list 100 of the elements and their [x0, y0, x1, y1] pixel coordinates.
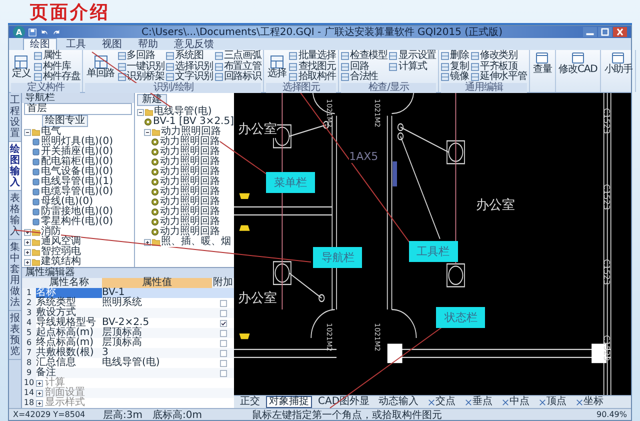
expand-toggle[interactable]: [24, 128, 31, 136]
tree-item[interactable]: 动力照明回路: [160, 157, 220, 167]
side-tab[interactable]: 报表预览: [9, 311, 21, 360]
ribbon-button[interactable]: 三点画弧: [214, 51, 262, 62]
property-row[interactable]: 10 计算: [22, 378, 234, 388]
menu-tab[interactable]: 意见反馈: [167, 38, 221, 50]
expand-toggle[interactable]: [137, 108, 144, 116]
snap-option[interactable]: 中点: [498, 396, 533, 408]
property-row[interactable]: 4 导线规格型号 BV-2×2.5: [22, 318, 234, 328]
property-row[interactable]: 1 名称 BV-1: [22, 288, 234, 298]
ribbon-button[interactable]: 修改CAD: [558, 51, 598, 75]
property-row[interactable]: 14 剖面设置: [22, 388, 234, 398]
ribbon-button[interactable]: 识别桥架: [118, 72, 164, 82]
side-tab[interactable]: 绘图输入: [9, 142, 21, 191]
tree-item[interactable]: 动力照明回路: [161, 127, 222, 137]
ribbon-button[interactable]: 拾取构件: [289, 72, 336, 82]
tree-item[interactable]: 智控弱电: [41, 247, 81, 257]
menu-tab[interactable]: 工具: [59, 38, 93, 50]
tree-item[interactable]: BV-1 [BV 3×2.5]: [153, 117, 234, 127]
checkbox[interactable]: [220, 330, 226, 336]
ribbon-button[interactable]: 构件库: [34, 62, 80, 72]
redo-icon[interactable]: [52, 28, 61, 36]
tree-item[interactable]: 电线导管(电): [154, 107, 212, 117]
checkbox[interactable]: [220, 340, 226, 346]
ribbon-button[interactable]: 延伸水平管: [470, 72, 527, 82]
snap-option[interactable]: 坐标: [572, 396, 607, 408]
side-tab[interactable]: 表格输入: [9, 191, 21, 240]
property-row[interactable]: 3 敷设方式: [22, 308, 234, 318]
minimize-icon[interactable]: [583, 27, 597, 37]
menu-tab[interactable]: 绘图: [23, 38, 57, 50]
property-row[interactable]: 6 终点标高(m) 层顶标高: [22, 338, 234, 348]
filter-tab[interactable]: 绘图专业: [42, 115, 88, 127]
ribbon-button[interactable]: 查量: [532, 51, 553, 75]
ribbon-button[interactable]: 回路: [340, 62, 388, 72]
expand-toggle[interactable]: [36, 380, 43, 386]
tree-item[interactable]: 通风空调: [41, 237, 81, 247]
tree-item[interactable]: 动力照明回路: [160, 197, 220, 207]
tree-item[interactable]: 母线(电)(0): [41, 197, 93, 207]
snap-toggle[interactable]: 动态输入: [376, 396, 422, 408]
ribbon-button[interactable]: 平齐板顶: [470, 62, 527, 72]
tree-item[interactable]: 电气设备(电)(0): [41, 167, 113, 177]
ribbon-button[interactable]: 显示设置: [389, 51, 436, 62]
ribbon-button[interactable]: 检查模型: [340, 51, 388, 62]
ribbon-button[interactable]: 查找图元: [289, 62, 336, 72]
ribbon-button[interactable]: 回路标识: [214, 72, 262, 82]
tree-item[interactable]: 动力照明回路: [160, 137, 220, 147]
tree-item[interactable]: 配电箱柜(电)(0): [41, 157, 113, 167]
ribbon-button[interactable]: 定义: [11, 51, 32, 82]
ribbon-button[interactable]: 布置立管: [214, 62, 262, 72]
ribbon-button[interactable]: 一键识别: [118, 62, 164, 72]
tree-item[interactable]: 电缆导管(电)(0): [41, 187, 113, 197]
tree-item[interactable]: 消防: [41, 227, 61, 237]
menu-tab[interactable]: 帮助: [131, 38, 165, 50]
ribbon-button[interactable]: 镜像: [441, 72, 469, 82]
ribbon-button[interactable]: 选择: [266, 51, 288, 82]
expand-toggle[interactable]: [24, 238, 31, 246]
tree-item[interactable]: 照明灯具(电)(0): [41, 137, 113, 147]
tree-item[interactable]: 动力照明回路: [160, 147, 220, 157]
save-icon[interactable]: [28, 28, 37, 36]
floor-dropdown[interactable]: 首层: [24, 103, 132, 115]
property-row[interactable]: 7 共敷根数(根) 3: [22, 348, 234, 358]
expand-toggle[interactable]: [24, 248, 31, 256]
side-tab[interactable]: 集中套用做法: [9, 240, 21, 311]
tree-item[interactable]: 电气: [41, 127, 61, 137]
maximize-icon[interactable]: [598, 27, 612, 37]
tree-item[interactable]: 动力照明回路: [160, 217, 220, 227]
checkbox[interactable]: [220, 350, 226, 356]
ribbon-button[interactable]: 修改类别: [470, 51, 527, 62]
ribbon-button[interactable]: 系统图: [166, 51, 213, 62]
checkbox[interactable]: [220, 310, 226, 316]
tree-item[interactable]: 建筑结构: [41, 257, 81, 267]
ribbon-button[interactable]: 单回路: [85, 51, 116, 82]
property-row[interactable]: 8 汇总信息 电线导管(电): [22, 358, 234, 368]
checkbox[interactable]: [220, 360, 226, 366]
ribbon-button[interactable]: 合法性: [340, 72, 388, 82]
tree-item[interactable]: 开关插座(电)(0): [41, 147, 113, 157]
tree-item[interactable]: 动力照明回路: [160, 167, 220, 177]
ribbon-button[interactable]: 计算式: [389, 62, 436, 72]
tree-item[interactable]: 动力照明回路: [160, 227, 220, 237]
ribbon-button[interactable]: 属性: [34, 51, 80, 62]
property-row[interactable]: 2 系统类型 照明系统: [22, 298, 234, 308]
tree-item[interactable]: 电线导管(电)(1): [41, 177, 113, 187]
checkbox[interactable]: [220, 300, 226, 306]
tree-item[interactable]: 动力照明回路: [160, 187, 220, 197]
expand-toggle[interactable]: [144, 128, 152, 136]
property-row[interactable]: 5 起点标高(m) 层顶标高: [22, 328, 234, 338]
ribbon-button[interactable]: 构件存盘: [34, 72, 80, 82]
property-row[interactable]: 9 备注: [22, 368, 234, 378]
ribbon-button[interactable]: 文字识别: [166, 72, 213, 82]
tree-item[interactable]: 动力照明回路: [160, 207, 220, 217]
ribbon-button[interactable]: 多回路: [118, 51, 164, 62]
close-icon[interactable]: [613, 27, 627, 37]
snap-option[interactable]: 垂点: [462, 396, 496, 408]
ribbon-button[interactable]: 复制: [441, 62, 469, 72]
undo-icon[interactable]: [40, 28, 49, 36]
expand-toggle[interactable]: [36, 390, 43, 396]
expand-toggle[interactable]: [24, 258, 31, 266]
tree-item[interactable]: 零星构件(电)(0): [41, 217, 113, 227]
checkbox[interactable]: [220, 370, 226, 376]
snap-option[interactable]: 顶点: [536, 396, 570, 408]
